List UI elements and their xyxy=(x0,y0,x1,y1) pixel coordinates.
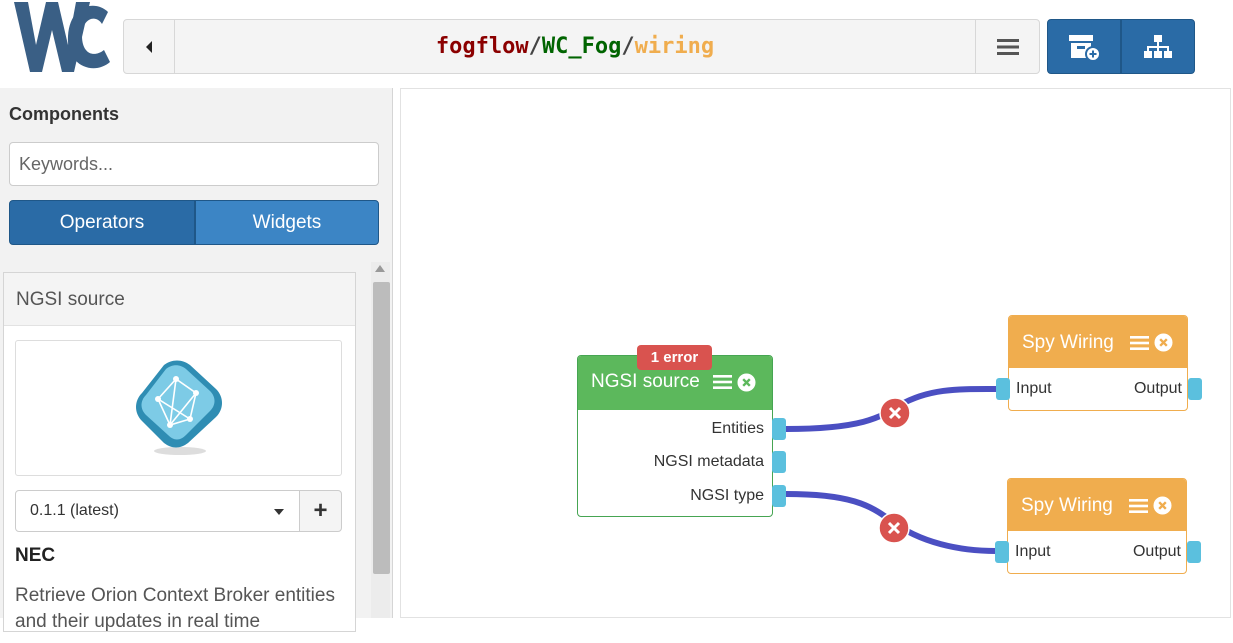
operator-close-icon[interactable] xyxy=(737,373,756,392)
endpoint-label-entities: Entities xyxy=(711,420,764,437)
operator-menu-icon[interactable] xyxy=(713,374,732,390)
endpoint-label-input: Input xyxy=(1016,380,1052,397)
widget-menu-icon[interactable] xyxy=(1129,498,1148,514)
input-endpoint[interactable] xyxy=(996,378,1010,400)
output-endpoint-ngsi-type[interactable] xyxy=(772,485,786,507)
widget-title: Spy Wiring xyxy=(1022,332,1114,353)
widget-menu-icon[interactable] xyxy=(1130,335,1149,351)
endpoint-label-ngsi-metadata: NGSI metadata xyxy=(653,453,764,470)
endpoint-label-ngsi-type: NGSI type xyxy=(690,487,764,504)
widget-close-icon[interactable] xyxy=(1153,496,1172,515)
widget-title: Spy Wiring xyxy=(1021,495,1113,516)
operator-title: NGSI source xyxy=(591,371,700,392)
output-endpoint[interactable] xyxy=(1188,378,1202,400)
error-badge[interactable]: 1 error xyxy=(637,345,712,370)
endpoint-label-output: Output xyxy=(1133,380,1182,397)
output-endpoint-entities[interactable] xyxy=(772,418,786,440)
endpoint-label-input: Input xyxy=(1015,543,1051,560)
input-endpoint[interactable] xyxy=(995,541,1009,563)
connection-error-icon[interactable] xyxy=(878,512,910,544)
widget-close-icon[interactable] xyxy=(1154,333,1173,352)
output-endpoint[interactable] xyxy=(1187,541,1201,563)
connection-error-icon[interactable] xyxy=(879,397,911,429)
output-endpoint-ngsi-metadata[interactable] xyxy=(772,451,786,473)
endpoint-label-output: Output xyxy=(1132,543,1181,560)
